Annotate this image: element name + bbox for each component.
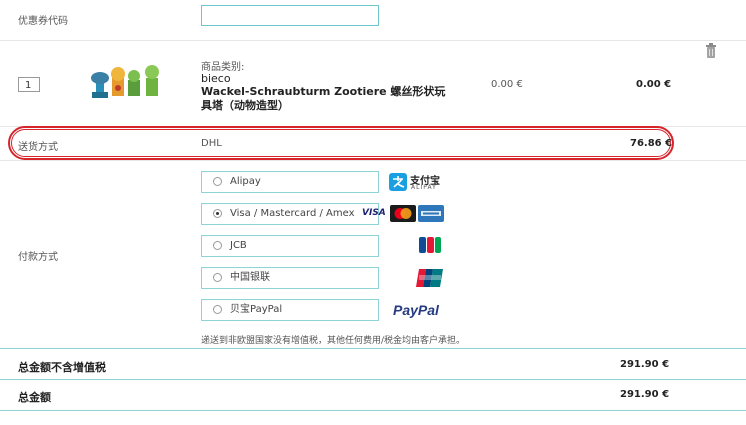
jcb-logo [419, 237, 441, 253]
payment-option-label: JCB [230, 240, 247, 251]
radio-button-selected[interactable] [213, 209, 222, 218]
vat-note: 递送到非欧盟国家没有增值税，其他任何费用/税金均由客户承担。 [201, 336, 466, 346]
visa-logo: VISA [362, 208, 386, 218]
product-image[interactable] [80, 62, 172, 102]
gross-total-label: 总金额 [18, 391, 51, 404]
amex-logo [418, 205, 444, 222]
mastercard-logo [390, 205, 416, 222]
net-total-value: 291.90 € [620, 359, 670, 370]
paypal-logo-text: PayPal [393, 302, 439, 318]
payment-label: 付款方式 [18, 252, 58, 263]
radio-button[interactable] [213, 177, 222, 186]
divider [0, 379, 746, 380]
paypal-logo: PayPal [393, 302, 439, 318]
trash-icon[interactable] [705, 43, 717, 59]
payment-option-label: 贝宝PayPal [230, 304, 283, 315]
shipping-price: 76.86 € [630, 138, 673, 149]
line-total: 0.00 € [636, 79, 672, 90]
quantity-input[interactable]: 1 [18, 77, 40, 92]
unit-price: 0.00 € [491, 79, 523, 90]
payment-option-label: Alipay [230, 176, 261, 187]
payment-option-alipay[interactable]: Alipay [201, 171, 379, 193]
shipping-highlight-inner [11, 129, 671, 157]
coupon-label: 优惠券代码 [18, 16, 68, 27]
payment-option-jcb[interactable]: JCB [201, 235, 379, 257]
payment-option-unionpay[interactable]: 中国银联 [201, 267, 379, 289]
cards-logo: VISA [362, 205, 444, 223]
payment-option-label: 中国银联 [230, 272, 270, 283]
gross-total-value: 291.90 € [620, 389, 670, 400]
product-category-label: 商品类别: [201, 62, 245, 73]
product-brand: bieco [201, 72, 231, 85]
shipping-label: 送货方式 [18, 142, 58, 153]
radio-button[interactable] [213, 241, 222, 250]
alipay-logo-subtext: ALIPAY [411, 184, 437, 191]
divider [0, 348, 746, 349]
divider [0, 40, 746, 41]
radio-button[interactable] [213, 273, 222, 282]
payment-option-paypal[interactable]: 贝宝PayPal [201, 299, 379, 321]
product-name[interactable]: Wackel-Schraubturm Zootiere 螺丝形状玩具塔（动物造型… [201, 85, 451, 113]
shipping-method: DHL [201, 138, 222, 149]
payment-option-label: Visa / Mastercard / Amex [230, 208, 355, 219]
alipay-logo: 支付宝 ALIPAY [389, 172, 445, 192]
payment-option-card[interactable]: Visa / Mastercard / Amex [201, 203, 379, 225]
unionpay-logo [416, 269, 443, 287]
coupon-input[interactable] [201, 5, 379, 26]
radio-button[interactable] [213, 305, 222, 314]
net-total-label: 总金额不含增值税 [18, 361, 106, 374]
divider [0, 160, 746, 161]
divider [0, 410, 746, 411]
alipay-icon [389, 173, 407, 191]
